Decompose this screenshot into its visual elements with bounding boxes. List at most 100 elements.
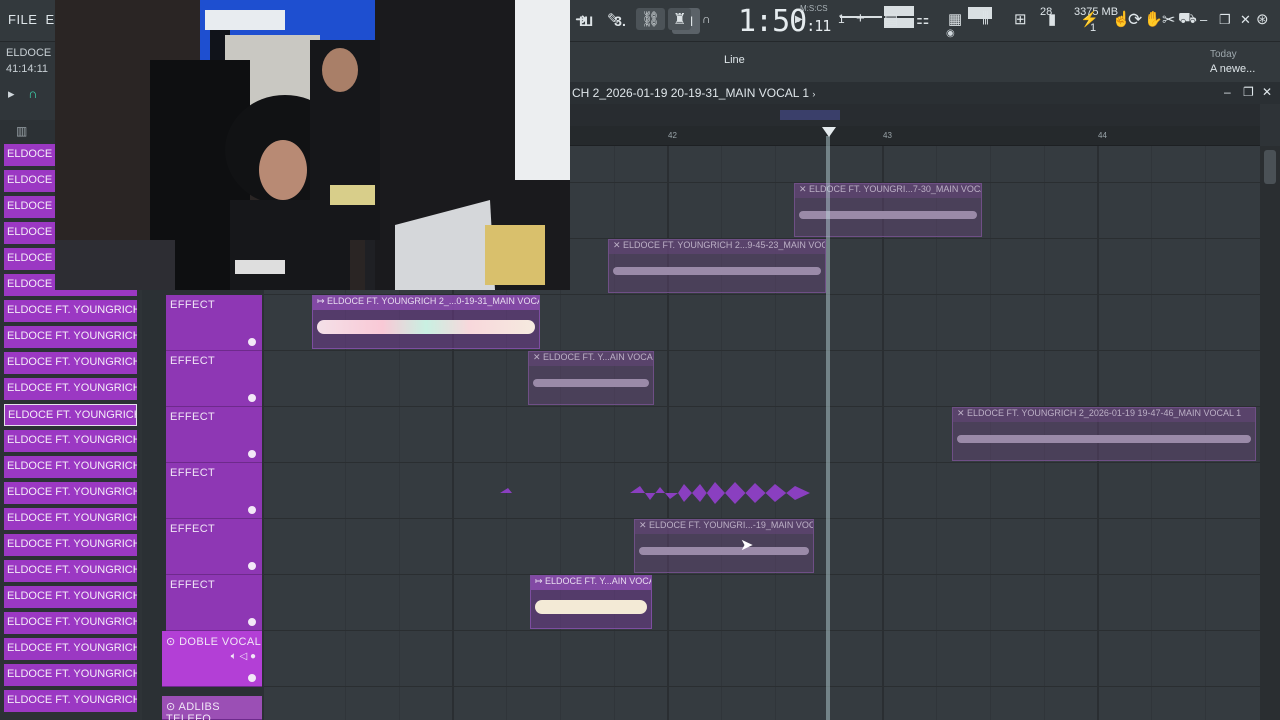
- cut-icon[interactable]: ✂: [1162, 10, 1175, 30]
- clip-label-text: ELDOCE FT. Y...AIN VOCAL 1: [543, 352, 653, 362]
- pattern-item[interactable]: ELDOCE FT. YOUNGRICH 2...: [4, 612, 137, 634]
- arrangement-overview[interactable]: [570, 104, 1260, 126]
- pattern-item[interactable]: ELDOCE FT. YOUNGRICH 2...: [4, 482, 137, 504]
- playhead-marker-icon[interactable]: [822, 127, 836, 137]
- news-panel[interactable]: Today A newe...: [1210, 48, 1255, 77]
- pattern-item[interactable]: ELDOCE FT. YOUNGRICH 2...: [4, 404, 137, 426]
- track-name: EFFECT: [170, 579, 216, 591]
- clip-label: ✕ ELDOCE FT. YOUNGRICH 2_2026-01-19 19-4…: [953, 408, 1255, 422]
- track-header[interactable]: EFFECT: [166, 295, 262, 351]
- pattern-item[interactable]: ELDOCE FT. YOUNGRICH 2...: [4, 378, 137, 400]
- audio-clip[interactable]: ↦ ELDOCE FT. YOUNGRICH 2_...0-19-31_MAIN…: [312, 295, 540, 349]
- clip-waveform: [639, 547, 809, 555]
- playlist-restore-icon[interactable]: ❐: [1243, 85, 1254, 99]
- magnet-icon[interactable]: ∩: [702, 12, 711, 26]
- song-time-centiseconds: :11: [806, 17, 831, 35]
- track-header[interactable]: EFFECT: [166, 519, 262, 575]
- pattern-item[interactable]: ELDOCE FT. YOUNGRICH 2...: [4, 300, 137, 322]
- scrollbar-thumb[interactable]: [1264, 150, 1276, 184]
- track-mute-dot[interactable]: [248, 674, 256, 682]
- track-header[interactable]: EFFECT: [166, 407, 262, 463]
- file-icon[interactable]: ▮: [1048, 10, 1056, 28]
- arrow-right-icon[interactable]: ➜: [575, 10, 588, 28]
- track-header[interactable]: EFFECT: [166, 575, 262, 631]
- pattern-item[interactable]: ELDOCE FT. YOUNGRICH 2...: [4, 638, 137, 660]
- ghost-waveform: [500, 482, 810, 504]
- plus-icon[interactable]: +: [856, 10, 865, 27]
- playlist-close-icon[interactable]: ✕: [1262, 85, 1272, 99]
- news-text: A newe...: [1210, 63, 1256, 75]
- clip-label-text: ELDOCE FT. YOUNGRI...7-30_MAIN VOCAL 1: [809, 184, 981, 194]
- pattern-item[interactable]: ELDOCE FT. YOUNGRICH 2...: [4, 690, 137, 712]
- track-header[interactable]: ⊙ ADLIBS TELEFO...: [162, 696, 262, 720]
- track-header[interactable]: EFFECT: [166, 351, 262, 407]
- audio-clip[interactable]: ✕ ELDOCE FT. YOUNGRI...-19_MAIN VOCAL 1: [634, 519, 814, 573]
- eye-icon[interactable]: ◉: [946, 28, 955, 39]
- track-mute-dot[interactable]: [248, 618, 256, 626]
- clip-label-text: ELDOCE FT. Y...AIN VOCAL 1: [545, 576, 651, 586]
- mixer-icon[interactable]: ⫼: [982, 10, 989, 27]
- clip-label: ↦ ELDOCE FT. Y...AIN VOCAL 1: [531, 576, 651, 590]
- menu-file[interactable]: FILE: [8, 12, 37, 27]
- snap-mode[interactable]: Line: [724, 54, 745, 66]
- pattern-item[interactable]: ELDOCE FT. YOUNGRICH 2...: [4, 352, 137, 374]
- step-value[interactable]: 1: [838, 12, 845, 26]
- touch-icon[interactable]: ☝: [1112, 10, 1131, 28]
- track-controls[interactable]: 🔈︎ ◁ ●: [231, 651, 256, 662]
- audio-clip[interactable]: ✕ ELDOCE FT. YOUNGRICH 2_2026-01-19 19-4…: [952, 407, 1256, 461]
- audio-clip[interactable]: ✕ ELDOCE FT. YOUNGRI...7-30_MAIN VOCAL 1: [794, 183, 982, 237]
- track-mute-dot[interactable]: [248, 338, 256, 346]
- title-arrow-icon[interactable]: ›: [812, 89, 815, 99]
- globe-icon[interactable]: ⊛: [1256, 10, 1269, 28]
- track-header[interactable]: ⊙ DOBLE VOCAL 🔈︎ ◁ ●: [162, 631, 262, 687]
- pattern-item[interactable]: ELDOCE FT. YOUNGRICH 2...: [4, 664, 137, 686]
- track-name: EFFECT: [170, 355, 216, 367]
- track-mute-dot[interactable]: [248, 562, 256, 570]
- headphones-icon[interactable]: ∩: [28, 86, 37, 101]
- cart-icon[interactable]: ⛟: [1178, 10, 1197, 29]
- clip-label-text: ELDOCE FT. YOUNGRICH 2_...0-19-31_MAIN V…: [327, 296, 539, 306]
- restore-icon[interactable]: ❐: [1219, 12, 1231, 28]
- pattern-item[interactable]: ELDOCE FT. YOUNGRICH 2...: [4, 534, 137, 556]
- audio-clip[interactable]: ↦ ELDOCE FT. Y...AIN VOCAL 1: [530, 575, 652, 629]
- pattern-item[interactable]: ELDOCE FT. YOUNGRICH 2...: [4, 326, 137, 348]
- daw-window: FILEEDIT ELDOCE F 41:14:11 Ш 3. Ш+ Ш 1:5…: [0, 0, 1280, 720]
- pattern-item[interactable]: ELDOCE FT. YOUNGRICH 2...: [4, 508, 137, 530]
- minimize-icon[interactable]: –: [1200, 12, 1207, 27]
- sample-icon[interactable]: ✋: [1144, 10, 1163, 28]
- audio-clip[interactable]: ✕ ELDOCE FT. Y...AIN VOCAL 1: [528, 351, 654, 405]
- audio-clip[interactable]: ✕ ELDOCE FT. YOUNGRICH 2...9-45-23_MAIN …: [608, 239, 826, 293]
- time-format-label: M:S:CS: [800, 4, 828, 13]
- hint-title: ELDOCE F: [6, 47, 62, 59]
- stamp-icon[interactable]: ♜: [668, 8, 692, 30]
- playhead[interactable]: [826, 136, 830, 720]
- channel-rack-icon[interactable]: ⚏: [916, 10, 929, 28]
- pencil-icon[interactable]: ✎: [607, 10, 620, 28]
- track-mute-dot[interactable]: [248, 450, 256, 458]
- track-divider: [264, 630, 1260, 631]
- track-divider: [264, 574, 1260, 575]
- playlist-icon[interactable]: ▤: [884, 10, 898, 28]
- playlist-title: CH 2_2026-01-19 20-19-31_MAIN VOCAL 1 ›: [572, 86, 815, 100]
- bar-number: 43: [883, 131, 892, 140]
- piano-icon[interactable]: ▥: [16, 124, 27, 138]
- clip-label-text: ELDOCE FT. YOUNGRI...-19_MAIN VOCAL 1: [649, 520, 813, 530]
- play-arrow-icon[interactable]: ▸: [8, 86, 15, 101]
- link-icon[interactable]: ⛓: [636, 8, 666, 30]
- vertical-scrollbar[interactable]: [1260, 146, 1280, 720]
- pattern-item[interactable]: ELDOCE FT. YOUNGRICH 2...: [4, 586, 137, 608]
- playlist-minimize-icon[interactable]: –: [1224, 85, 1231, 99]
- track-header[interactable]: EFFECT: [166, 463, 262, 519]
- snap-arrow-icon[interactable]: ▶: [795, 14, 803, 25]
- track-mute-dot[interactable]: [248, 394, 256, 402]
- overview-window[interactable]: [780, 110, 840, 120]
- close-icon[interactable]: ✕: [1240, 12, 1251, 28]
- plugin-icon[interactable]: ⚡: [1080, 10, 1099, 28]
- pattern-item[interactable]: ELDOCE FT. YOUNGRICH 2...: [4, 560, 137, 582]
- piano-roll-icon[interactable]: ▦: [948, 10, 962, 28]
- browser-icon[interactable]: ⊞: [1014, 10, 1027, 28]
- pattern-item[interactable]: ELDOCE FT. YOUNGRICH 2...: [4, 430, 137, 452]
- clip-label: ✕ ELDOCE FT. YOUNGRICH 2...9-45-23_MAIN …: [609, 240, 825, 254]
- pattern-item[interactable]: ELDOCE FT. YOUNGRICH 2...: [4, 456, 137, 478]
- track-mute-dot[interactable]: [248, 506, 256, 514]
